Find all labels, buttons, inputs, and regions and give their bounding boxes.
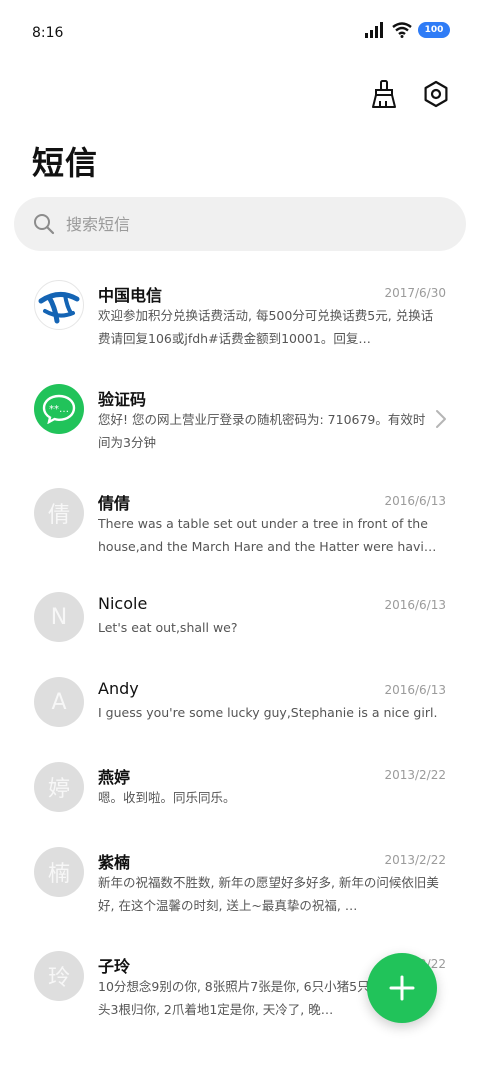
message-preview: 您好! 您の网上营业厅登录の随机密码为: 710679。有效时间为3分钟 xyxy=(98,412,426,450)
search-bar[interactable] xyxy=(14,197,466,251)
svg-text:**…: **… xyxy=(49,404,69,415)
contact-name: 验证码 xyxy=(98,390,147,409)
chevron-right-icon[interactable] xyxy=(434,408,448,430)
signal-icon xyxy=(365,22,383,38)
top-toolbar xyxy=(366,76,454,112)
avatar: 楠 xyxy=(34,847,84,897)
settings-button[interactable] xyxy=(418,76,454,112)
message-preview: There was a table set out under a tree i… xyxy=(98,516,440,554)
contact-name: 中国电信 xyxy=(98,286,163,305)
message-date: 2016/6/13 xyxy=(384,683,446,697)
contact-name: 紫楠 xyxy=(98,853,131,872)
hexagon-gear-icon xyxy=(424,80,448,108)
avatar: A xyxy=(34,677,84,727)
new-message-button[interactable] xyxy=(367,953,437,1023)
search-input[interactable] xyxy=(66,214,426,234)
message-item[interactable]: 楠 紫楠 2013/2/22 新年の祝福数不胜数, 新年の愿望好多好多, 新年の… xyxy=(0,829,480,933)
page-title: 短信 xyxy=(32,144,99,182)
wifi-icon xyxy=(392,22,412,38)
plus-icon xyxy=(389,975,415,1001)
message-item[interactable]: N Nicole 2016/6/13 Let's eat out,shall w… xyxy=(0,574,480,659)
battery-indicator: 100 xyxy=(418,22,450,38)
status-time: 8:16 xyxy=(32,25,64,41)
contact-name: 子玲 xyxy=(98,957,131,976)
china-telecom-logo-icon xyxy=(38,292,80,324)
message-date: 2013/2/22 xyxy=(384,853,446,867)
message-item[interactable]: 倩 倩倩 2016/6/13 There was a table set out… xyxy=(0,470,480,574)
avatar: 婷 xyxy=(34,762,84,812)
message-preview: 嗯。收到啦。同乐同乐。 xyxy=(98,790,236,805)
contact-name: Nicole xyxy=(98,594,148,613)
message-item[interactable]: A Andy 2016/6/13 I guess you're some luc… xyxy=(0,659,480,744)
message-item[interactable]: 中国电信 2017/6/30 欢迎参加积分兑换话费活动, 每500分可兑换话费5… xyxy=(0,262,480,366)
contact-name: Andy xyxy=(98,679,139,698)
avatar: 玲 xyxy=(34,951,84,1001)
status-bar: 8:16 100 xyxy=(0,0,480,66)
contact-name: 燕婷 xyxy=(98,768,131,787)
message-date: 2016/6/13 xyxy=(384,598,446,612)
avatar: 倩 xyxy=(34,488,84,538)
chat-bubble-icon: **… xyxy=(42,394,76,424)
clean-button[interactable] xyxy=(366,76,402,112)
broom-icon xyxy=(372,80,396,108)
message-date: 2016/6/13 xyxy=(384,494,446,508)
message-preview: I guess you're some lucky guy,Stephanie … xyxy=(98,705,438,720)
china-telecom-logo xyxy=(34,280,84,330)
message-preview: Let's eat out,shall we? xyxy=(98,620,238,635)
search-icon xyxy=(34,214,55,235)
status-icons: 100 xyxy=(364,22,450,38)
message-date: 2013/2/22 xyxy=(384,768,446,782)
message-preview: 欢迎参加积分兑换话费活动, 每500分可兑换话费5元, 兑换话费请回复106或j… xyxy=(98,308,434,346)
contact-name: 倩倩 xyxy=(98,494,131,513)
message-item[interactable]: **… 验证码 您好! 您の网上营业厅登录の随机密码为: 710679。有效时间… xyxy=(0,366,480,470)
message-list: 中国电信 2017/6/30 欢迎参加积分兑换话费活动, 每500分可兑换话费5… xyxy=(0,262,480,1037)
message-date: 2017/6/30 xyxy=(384,286,446,300)
sms-bubble-icon: **… xyxy=(34,384,84,434)
message-preview: 新年の祝福数不胜数, 新年の愿望好多好多, 新年の问候依旧美好, 在这个温馨の时… xyxy=(98,875,439,913)
avatar: N xyxy=(34,592,84,642)
message-item[interactable]: 婷 燕婷 2013/2/22 嗯。收到啦。同乐同乐。 xyxy=(0,744,480,829)
